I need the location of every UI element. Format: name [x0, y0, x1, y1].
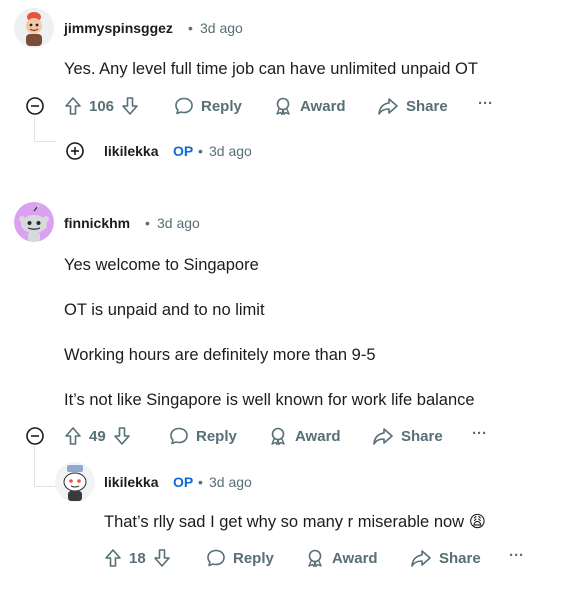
minus-circle-icon — [26, 97, 44, 115]
snoo-avatar-icon — [14, 202, 54, 242]
more-options-button[interactable]: ··· — [509, 547, 524, 564]
share-arrow-icon — [373, 428, 393, 445]
collapse-thread-button[interactable] — [25, 96, 45, 116]
downvote-icon[interactable] — [153, 548, 171, 568]
plus-circle-icon — [66, 142, 84, 160]
comment-body: Yes. Any level full time job can have un… — [64, 60, 478, 78]
reply-button[interactable]: Reply — [169, 426, 237, 446]
award-icon — [308, 549, 322, 568]
more-options-button[interactable]: ··· — [472, 425, 487, 442]
weary-face-emoji: 😩 — [468, 513, 486, 531]
comment-author[interactable]: jimmyspinsggez — [64, 20, 173, 36]
expand-thread-button[interactable] — [65, 141, 85, 161]
comment-paragraph: Yes welcome to Singapore — [64, 256, 259, 274]
vote-count: 18 — [129, 549, 146, 567]
more-options-icon: ··· — [478, 95, 493, 112]
share-arrow-icon — [378, 98, 398, 115]
comment-author[interactable]: likilekka — [104, 143, 159, 159]
comment-paragraph: It’s not like Singapore is well known fo… — [64, 391, 475, 409]
reply-label: Reply — [196, 427, 237, 445]
avatar[interactable] — [55, 462, 95, 502]
vote-group: 106 — [64, 96, 139, 116]
vote-count: 49 — [89, 427, 106, 445]
snoo-avatar-icon — [14, 8, 54, 48]
vote-group: 18 — [104, 548, 171, 568]
share-label: Share — [406, 97, 448, 115]
comment-author[interactable]: likilekka — [104, 474, 159, 490]
speech-bubble-icon — [170, 427, 188, 445]
upvote-icon[interactable] — [64, 426, 82, 446]
separator-dot: • — [198, 143, 203, 159]
avatar[interactable] — [14, 202, 54, 242]
award-button[interactable]: Award — [268, 426, 341, 446]
reply-label: Reply — [233, 549, 274, 567]
upvote-icon[interactable] — [104, 548, 122, 568]
avatar[interactable] — [14, 8, 54, 48]
vote-group: 49 — [64, 426, 131, 446]
more-options-button[interactable]: ··· — [478, 95, 493, 112]
award-label: Award — [295, 427, 341, 445]
vote-count: 106 — [89, 97, 115, 115]
reply-label: Reply — [201, 97, 242, 115]
op-badge: OP — [173, 143, 194, 159]
thread-line — [34, 446, 35, 486]
comment-paragraph: Working hours are definitely more than 9… — [64, 346, 376, 364]
share-label: Share — [401, 427, 443, 445]
thread-line — [34, 116, 35, 142]
comment-paragraph: OT is unpaid and to no limit — [64, 301, 265, 319]
comment-time[interactable]: 3d ago — [157, 215, 200, 231]
reply-button[interactable]: Reply — [174, 96, 242, 116]
separator-dot: • — [198, 474, 203, 490]
award-icon — [271, 427, 285, 446]
comment-time[interactable]: 3d ago — [209, 474, 252, 490]
more-options-icon: ··· — [472, 425, 487, 442]
reply-button[interactable]: Reply — [206, 548, 274, 568]
share-label: Share — [439, 549, 481, 567]
award-button[interactable]: Award — [305, 548, 378, 568]
speech-bubble-icon — [207, 549, 225, 567]
separator-dot: • — [145, 215, 150, 231]
comment-text: That’s rlly sad I get why so many r mise… — [104, 513, 465, 531]
comment-body: That’s rlly sad I get why so many r mise… — [104, 512, 486, 532]
award-label: Award — [300, 97, 346, 115]
comment-time[interactable]: 3d ago — [209, 143, 252, 159]
speech-bubble-icon — [175, 97, 193, 115]
minus-circle-icon — [26, 427, 44, 445]
comment-author[interactable]: finnickhm — [64, 215, 130, 231]
share-arrow-icon — [411, 550, 431, 567]
separator-dot: • — [188, 20, 193, 36]
upvote-icon[interactable] — [64, 96, 82, 116]
award-button[interactable]: Award — [273, 96, 346, 116]
downvote-icon[interactable] — [121, 96, 139, 116]
thread-line — [34, 141, 56, 142]
comment-time[interactable]: 3d ago — [200, 20, 243, 36]
share-button[interactable]: Share — [410, 548, 481, 568]
collapse-thread-button[interactable] — [25, 426, 45, 446]
share-button[interactable]: Share — [377, 96, 448, 116]
award-label: Award — [332, 549, 378, 567]
thread-line — [34, 486, 56, 487]
more-options-icon: ··· — [509, 547, 524, 564]
snoo-avatar-icon — [55, 462, 95, 502]
op-badge: OP — [173, 474, 194, 490]
share-button[interactable]: Share — [372, 426, 443, 446]
award-icon — [276, 97, 290, 116]
downvote-icon[interactable] — [113, 426, 131, 446]
